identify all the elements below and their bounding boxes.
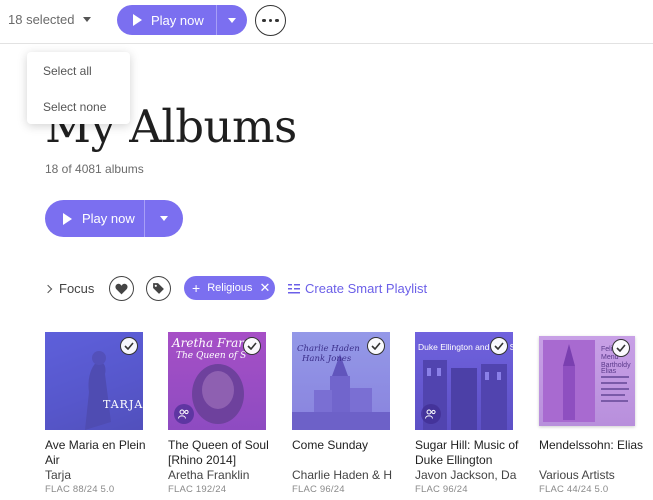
toolbar-play-label: Play now (151, 12, 204, 28)
album-format: FLAC 192/24 (168, 484, 227, 495)
album-format: FLAC 96/24 (415, 484, 468, 495)
album-cover[interactable]: Aretha Frankl The Queen of S (168, 332, 266, 430)
cover-subtitle-text: Hank Jones (302, 354, 352, 364)
cover-title-text: TARJA (103, 398, 143, 411)
menu-item-select-none[interactable]: Select none (43, 100, 106, 114)
dot-icon (262, 18, 266, 23)
cover-subtitle-text: The Queen of S (176, 351, 247, 361)
album-title[interactable]: Come Sunday (292, 438, 407, 468)
selection-count-dropdown[interactable]: 18 selected (8, 12, 91, 27)
page-play-label: Play now (82, 211, 135, 226)
album-artist[interactable]: Aretha Franklin (168, 468, 283, 483)
genre-filter-chip[interactable]: + Religious ✕ (184, 276, 275, 300)
album-artist[interactable]: Charlie Haden & H (292, 468, 407, 483)
album-title[interactable]: Sugar Hill: Music of Duke Ellington (415, 438, 530, 468)
menu-item-select-all[interactable]: Select all (43, 64, 92, 78)
tag-filter-button[interactable] (146, 276, 171, 301)
album-cover[interactable]: Felix Mend Bartholdy Elias (539, 336, 635, 426)
plus-icon: + (192, 280, 201, 296)
checkmark-icon[interactable] (243, 337, 261, 355)
album-format: FLAC 96/24 (292, 484, 345, 495)
cover-subtitle-text: Elias (601, 368, 617, 375)
album-format: FLAC 44/24 5.0 (539, 484, 609, 495)
more-options-button[interactable] (255, 5, 286, 36)
album-card[interactable]: Duke Ellington and Billy S Sugar Hill: M… (415, 332, 530, 497)
album-artist[interactable]: Javon Jackson, Da (415, 468, 530, 483)
play-icon (63, 212, 72, 225)
checkmark-icon[interactable] (120, 337, 138, 355)
checkmark-icon[interactable] (367, 337, 385, 355)
album-artist[interactable]: Various Artists (539, 468, 653, 483)
chip-label: Religious (207, 282, 253, 294)
focus-label: Focus (59, 281, 95, 296)
cover-title-text: Charlie Haden (297, 344, 360, 354)
album-format: FLAC 88/24 5.0 (45, 484, 115, 495)
dot-icon (275, 18, 279, 23)
album-cover[interactable]: Duke Ellington and Billy S (415, 332, 513, 430)
album-title[interactable]: Mendelssohn: Elias (539, 438, 653, 468)
page-play-now-button[interactable]: Play now (45, 200, 144, 237)
album-artist[interactable]: Tarja (45, 468, 160, 483)
chevron-down-icon (160, 216, 168, 221)
chevron-down-icon (228, 17, 236, 23)
toolbar-play-options-button[interactable] (216, 5, 247, 35)
album-title[interactable]: Ave Maria en Plein Air (45, 438, 160, 468)
toolbar-play-now-button[interactable]: Play now (117, 5, 216, 35)
heart-icon (115, 283, 128, 294)
album-card[interactable]: Aretha Frankl The Queen of S The Queen o… (168, 332, 283, 497)
album-card[interactable]: Felix Mend Bartholdy Elias Mendelssohn: … (539, 332, 653, 497)
dot-icon (268, 18, 273, 23)
users-icon (421, 404, 441, 424)
selection-menu: Select all Select none (27, 52, 130, 124)
play-icon (133, 14, 142, 26)
album-card[interactable]: Charlie Haden Hank Jones Come Sunday Cha… (292, 332, 407, 497)
album-cover[interactable]: TARJA (45, 332, 143, 430)
chevron-right-icon (43, 284, 53, 293)
album-count: 18 of 4081 albums (45, 162, 144, 176)
album-cover[interactable]: Charlie Haden Hank Jones (292, 332, 390, 430)
checkmark-icon[interactable] (612, 339, 630, 357)
album-title[interactable]: The Queen of Soul [Rhino 2014] (168, 438, 283, 468)
toolbar-play-split-button: Play now (117, 5, 247, 35)
favorite-filter-button[interactable] (109, 276, 134, 301)
close-icon[interactable]: ✕ (259, 280, 270, 296)
checkmark-icon[interactable] (490, 337, 508, 355)
smart-playlist-icon (288, 284, 300, 294)
smart-playlist-label: Create Smart Playlist (305, 281, 428, 296)
page-play-split-button: Play now (45, 200, 183, 237)
focus-toggle[interactable]: Focus (43, 281, 95, 296)
album-card[interactable]: TARJA Ave Maria en Plein Air Tarja FLAC … (45, 332, 160, 497)
create-smart-playlist-link[interactable]: Create Smart Playlist (288, 281, 427, 296)
users-icon (174, 404, 194, 424)
page-play-options-button[interactable] (144, 200, 183, 237)
selection-toolbar: 18 selected Play now (0, 0, 653, 44)
chevron-down-icon (82, 17, 91, 22)
selection-count-label: 18 selected (8, 12, 75, 27)
tag-icon (153, 283, 164, 294)
